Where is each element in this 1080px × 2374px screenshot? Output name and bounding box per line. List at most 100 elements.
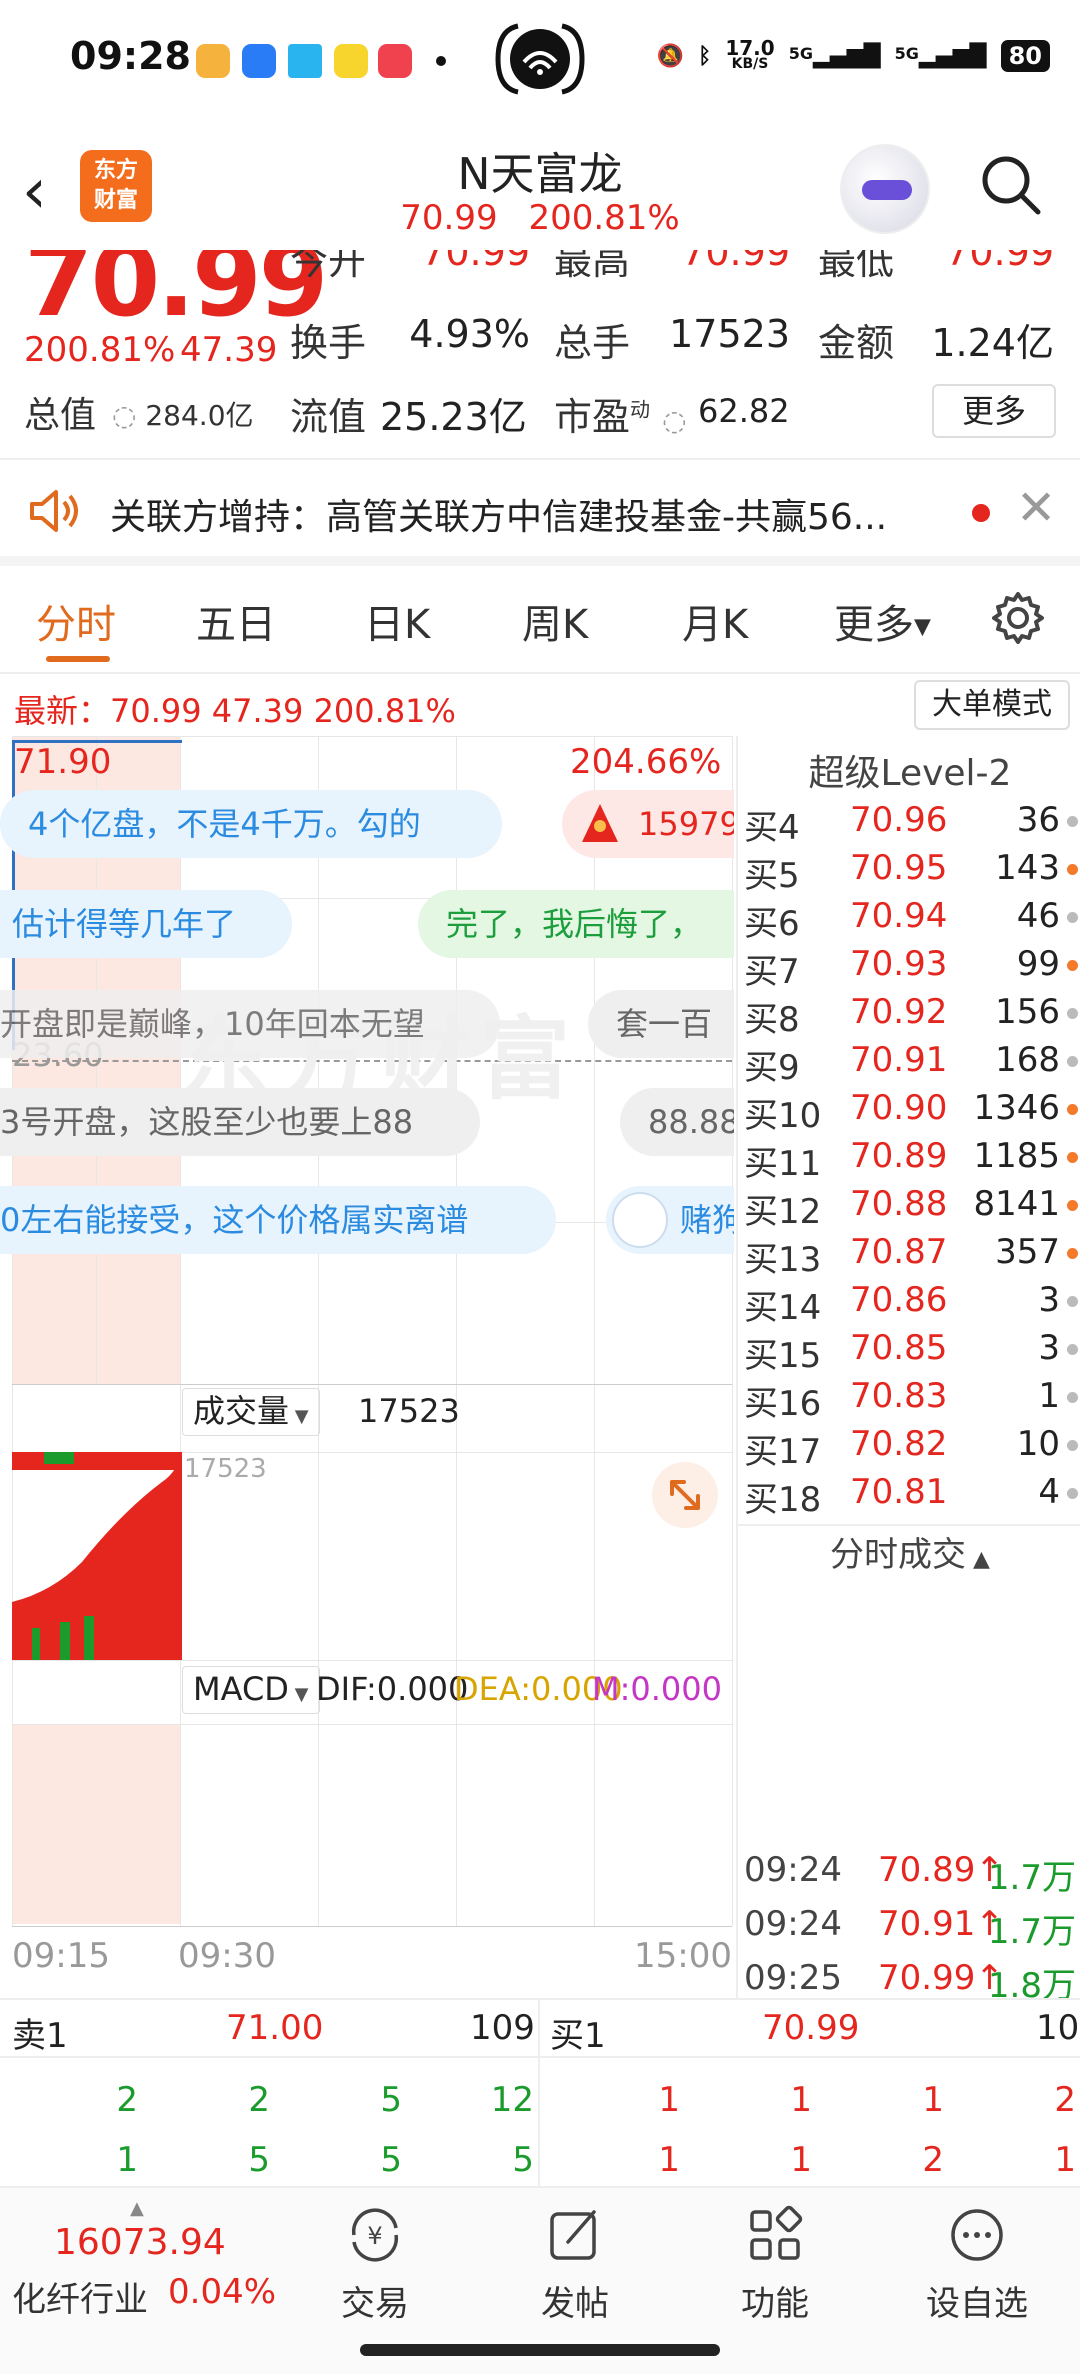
user-avatar: [612, 1192, 668, 1248]
macd-dif: DIF:0.000: [316, 1670, 469, 1708]
bid-row[interactable]: 买12 70.88 8141: [738, 1180, 1080, 1232]
turnover-value: 4.93%: [409, 312, 530, 356]
close-icon[interactable]: ✕: [1016, 484, 1056, 532]
nav-trade[interactable]: ¥ 交易: [310, 2202, 440, 2325]
comment-bubble[interactable]: 3号开盘，这股至少也要上88: [0, 1088, 480, 1156]
tab-monthly-k[interactable]: 月K: [682, 592, 748, 650]
comment-bubble[interactable]: 4个亿盘，不是4千万。勾的: [0, 790, 502, 858]
bid-row[interactable]: 买8 70.92 156: [738, 988, 1080, 1040]
tab-daily-k[interactable]: 日K: [364, 592, 430, 650]
assistant-avatar[interactable]: [840, 144, 930, 234]
svg-text:¥: ¥: [367, 2222, 382, 2250]
bid-row[interactable]: 买9 70.91 168: [738, 1036, 1080, 1088]
order-dot-icon: [1067, 960, 1078, 971]
bid-row[interactable]: 买7 70.93 99: [738, 940, 1080, 992]
bid-level-label: 买13: [744, 1240, 822, 1280]
bid1-row: 买1 70.99 10: [540, 2000, 1080, 2058]
comment-bubble[interactable]: 套一百: [588, 990, 734, 1058]
notice-bar[interactable]: 关联方增持：高管关联方中信建投基金-共赢56... ✕: [0, 462, 1080, 566]
caret-up-icon: ▲: [130, 2198, 144, 2219]
bid-row[interactable]: 买18 70.81 4: [738, 1468, 1080, 1518]
volume-value: 17523: [358, 1392, 460, 1430]
tick-trades-header[interactable]: 分时成交 ▲: [738, 1524, 1080, 1580]
bid-price: 70.95: [850, 848, 948, 888]
order-dot-icon: [1067, 1440, 1078, 1451]
comment-bubble[interactable]: 88.88: [620, 1088, 734, 1156]
home-indicator[interactable]: [360, 2344, 720, 2356]
macd-pre-market-shade: [12, 1724, 180, 1924]
bid-price: 70.87: [850, 1232, 948, 1272]
bid-volume: 1346: [973, 1088, 1060, 1128]
bid-row[interactable]: 买5 70.95 143: [738, 844, 1080, 896]
bid-level-label: 买8: [744, 1000, 800, 1040]
more-notifications-icon: [436, 56, 446, 66]
caret-up-icon: ▲: [966, 1547, 990, 1572]
bid-level-label: 买18: [744, 1480, 822, 1518]
bid-row[interactable]: 买1970.8099: [738, 1516, 1080, 1518]
nav-add-watchlist[interactable]: 设自选: [912, 2202, 1042, 2325]
bid-row[interactable]: 买6 70.94 46: [738, 892, 1080, 944]
tab-five-day[interactable]: 五日: [196, 592, 276, 650]
order-dot-icon: [1067, 1392, 1078, 1403]
net-unit: KB/S: [731, 56, 769, 72]
gear-icon[interactable]: [990, 590, 1046, 646]
bid-level-label: 买17: [744, 1432, 822, 1472]
bid-row[interactable]: 买4 70.96 36: [738, 796, 1080, 848]
change-amount: 47.39: [180, 330, 278, 370]
tab-weekly-k[interactable]: 周K: [522, 592, 588, 650]
order-book[interactable]: 超级Level-2 买4 70.96 36 买5 70.95 143 买6 70.94 46 买7…: [736, 736, 1080, 2006]
more-quote-button[interactable]: 更多: [932, 384, 1056, 438]
bid-price: 70.93: [850, 944, 948, 984]
bid-volume: 46: [1016, 896, 1060, 936]
trade-icon: ¥: [351, 2208, 399, 2262]
signal-icon-2: 5G▂▄▆█: [894, 43, 987, 69]
volume-indicator-select[interactable]: 成交量 ▼: [182, 1388, 320, 1436]
bid-volume: 4: [1038, 1472, 1060, 1512]
comment-bubble[interactable]: 估计得等几年了: [0, 890, 292, 958]
video-app-icon: [196, 44, 230, 78]
search-icon[interactable]: [980, 154, 1042, 216]
bid-row[interactable]: 买11 70.89 1185: [738, 1132, 1080, 1184]
turnover-label: 换手: [290, 321, 367, 365]
comment-bubble[interactable]: 完了，我后悔了，: [418, 890, 734, 958]
bid-row[interactable]: 买14 70.86 3: [738, 1276, 1080, 1328]
bid-row[interactable]: 买16 70.83 1: [738, 1372, 1080, 1424]
macd-indicator-select[interactable]: MACD ▼: [182, 1666, 320, 1714]
nav-post[interactable]: 发帖: [510, 2202, 640, 2325]
info-circle-icon: ◌: [662, 404, 687, 437]
comment-bubble[interactable]: 开盘即是巅峰，10年回本无望: [0, 990, 500, 1058]
order-dot-icon: [1067, 1344, 1078, 1355]
comment-bubble[interactable]: 0左右能接受，这个价格属实离谱: [0, 1186, 556, 1254]
signal-icon-1: 5G▂▄▆█: [788, 43, 881, 69]
expand-icon[interactable]: [652, 1462, 718, 1528]
nav-functions[interactable]: 功能: [710, 2202, 840, 2325]
volume-label: 总手: [554, 321, 631, 365]
bid-row[interactable]: 买15 70.85 3: [738, 1324, 1080, 1376]
bid-level-label: 买6: [744, 904, 800, 944]
tab-intraday[interactable]: 分时: [36, 592, 116, 650]
bid-row[interactable]: 买17 70.82 10: [738, 1420, 1080, 1472]
bid-price: 70.88: [850, 1184, 948, 1224]
sector-name[interactable]: 化纤行业: [12, 2272, 148, 2321]
bid-price: 70.86: [850, 1280, 948, 1320]
tick-row: 09:25 70.99↑ 1.8万: [744, 1958, 1076, 2006]
edit-icon: [550, 2210, 596, 2260]
order-dot-icon: [1067, 1200, 1078, 1211]
tab-more[interactable]: 更多▼: [834, 592, 931, 650]
bid-volume: 36: [1016, 800, 1060, 840]
bid-level-label: 买7: [744, 952, 800, 992]
high-value: 70.99: [681, 250, 790, 274]
bid-row[interactable]: 买10 70.90 1346: [738, 1084, 1080, 1136]
bid-price: 70.83: [850, 1376, 948, 1416]
bid-level-label: 买10: [744, 1096, 822, 1136]
open-value: 70.99: [421, 250, 530, 274]
volume-bars: [12, 1452, 182, 1660]
volume-axis-max: 17523: [184, 1454, 267, 1484]
big-order-mode-button[interactable]: 大单模式: [914, 680, 1070, 730]
intraday-chart[interactable]: 东方财富 71.90 204.66% 23.60 4个亿盘，不是4千万。勾的 1…: [0, 736, 734, 1998]
bid-list[interactable]: 买4 70.96 36 买5 70.95 143 买6 70.94 46 买7 70.93 99 买8 7…: [738, 796, 1080, 1518]
pe-label: 市盈动 ◌: [554, 395, 687, 439]
bid-row[interactable]: 买13 70.87 357: [738, 1228, 1080, 1280]
sector-index-value[interactable]: 16073.94: [54, 2222, 226, 2263]
float-cap-value: 25.23亿: [380, 395, 527, 439]
